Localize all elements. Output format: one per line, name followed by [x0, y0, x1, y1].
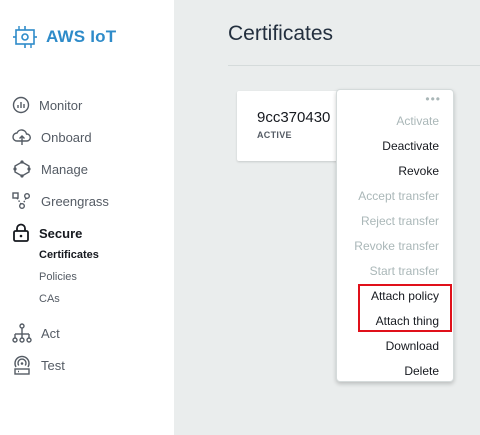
sidebar-subitem-cas[interactable]: CAs [39, 293, 60, 305]
actions-menu: ••• Activate Deactivate Revoke Accept tr… [336, 89, 454, 382]
act-network-icon [12, 323, 32, 343]
menu-item-start-transfer[interactable]: Start transfer [370, 264, 439, 278]
sidebar-subitem-policies[interactable]: Policies [39, 271, 77, 283]
menu-item-activate[interactable]: Activate [396, 114, 439, 128]
sidebar-item-label: Greengrass [41, 193, 109, 209]
sidebar-subitem-certificates[interactable]: Certificates [39, 249, 99, 261]
menu-item-deactivate[interactable]: Deactivate [382, 139, 439, 153]
monitor-gauge-icon [12, 96, 30, 114]
menu-item-reject-transfer[interactable]: Reject transfer [361, 214, 439, 228]
menu-item-accept-transfer[interactable]: Accept transfer [358, 189, 439, 203]
certificate-id[interactable]: 9cc370430 [257, 109, 330, 126]
sidebar-item-greengrass[interactable]: Greengrass [12, 190, 109, 212]
sidebar-item-label: Monitor [39, 97, 83, 113]
sidebar-item-label: Manage [41, 161, 88, 177]
menu-item-delete[interactable]: Delete [404, 364, 439, 378]
aws-iot-logo-icon [13, 26, 37, 48]
page-title: Certificates [228, 22, 334, 45]
test-signal-icon [14, 355, 30, 375]
sidebar-item-label: Test [41, 357, 65, 373]
more-options-icon[interactable]: ••• [425, 93, 441, 105]
greengrass-icon [12, 192, 30, 209]
aws-iot-logo[interactable]: AWS IoT [12, 24, 116, 50]
sidebar-item-label: Act [41, 325, 60, 341]
certificate-status: ACTIVE [257, 130, 292, 140]
menu-item-revoke[interactable]: Revoke [398, 164, 439, 178]
manage-nodes-icon [13, 160, 31, 178]
logo-text: AWS IoT [46, 27, 117, 46]
menu-item-revoke-transfer[interactable]: Revoke transfer [354, 239, 439, 253]
sidebar-item-manage[interactable]: Manage [12, 158, 88, 180]
sidebar: AWS IoT Monitor Onboard Manage Greengras… [0, 0, 174, 435]
title-divider [228, 65, 480, 66]
sidebar-item-label: Secure [39, 225, 83, 241]
sidebar-item-monitor[interactable]: Monitor [12, 94, 82, 116]
menu-item-download[interactable]: Download [386, 339, 439, 353]
highlight-annotation-box [358, 284, 452, 332]
sidebar-item-onboard[interactable]: Onboard [12, 126, 92, 148]
sidebar-item-label: Onboard [41, 129, 92, 145]
onboard-cloud-icon [12, 129, 31, 145]
sidebar-item-act[interactable]: Act [12, 322, 60, 344]
lock-icon [13, 223, 29, 242]
sidebar-item-secure[interactable]: Secure [12, 222, 82, 244]
sidebar-item-test[interactable]: Test [12, 354, 65, 376]
